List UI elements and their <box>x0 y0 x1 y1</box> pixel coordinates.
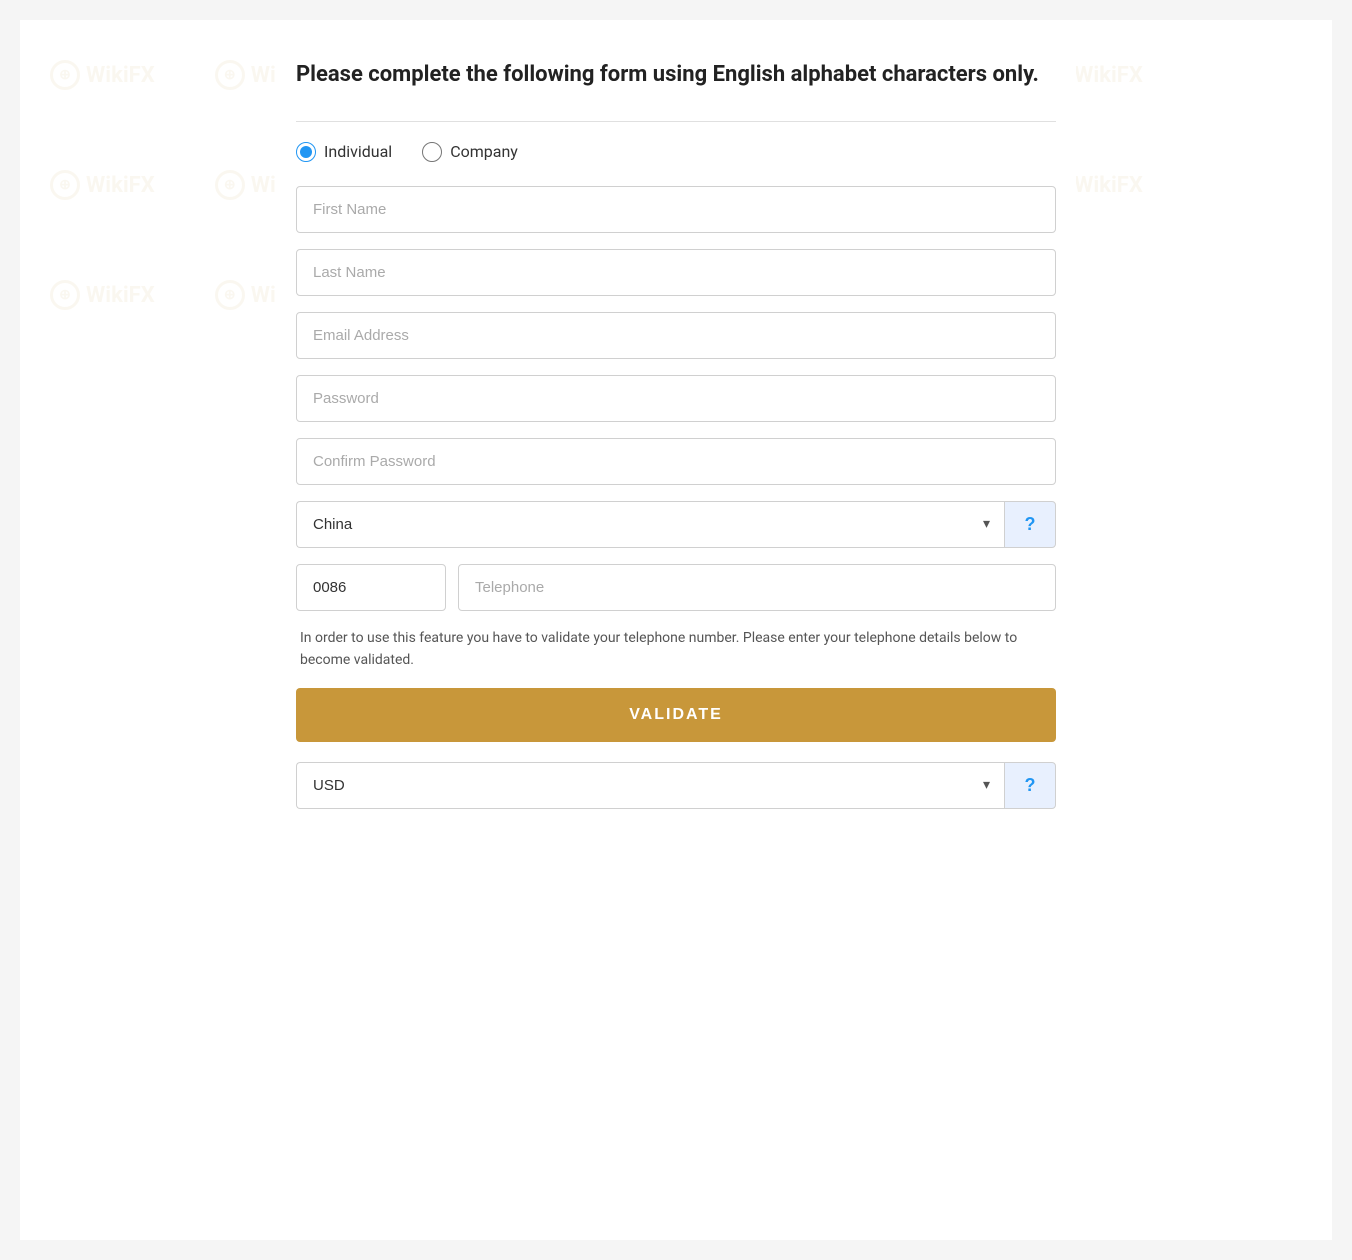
currency-help-button[interactable]: ? <box>1004 762 1056 809</box>
telephone-input[interactable] <box>458 564 1056 611</box>
company-radio[interactable] <box>422 142 442 162</box>
individual-option[interactable]: Individual <box>296 142 392 162</box>
country-select-wrapper: China United States United Kingdom Japan… <box>296 501 1004 548</box>
currency-select[interactable]: USD EUR GBP JPY CNY <box>296 762 1004 809</box>
confirm-password-group <box>296 438 1056 485</box>
country-help-button[interactable]: ? <box>1004 501 1056 548</box>
company-option[interactable]: Company <box>422 142 518 162</box>
country-select[interactable]: China United States United Kingdom Japan… <box>296 501 1004 548</box>
first-name-input[interactable] <box>296 186 1056 233</box>
last-name-input[interactable] <box>296 249 1056 296</box>
country-row: China United States United Kingdom Japan… <box>296 501 1056 548</box>
header-divider <box>296 121 1056 122</box>
first-name-group <box>296 186 1056 233</box>
registration-form: Please complete the following form using… <box>276 20 1076 865</box>
validate-button[interactable]: VALIDATE <box>296 688 1056 742</box>
individual-radio[interactable] <box>296 142 316 162</box>
email-group <box>296 312 1056 359</box>
account-type-group: Individual Company <box>296 142 1056 162</box>
currency-row: USD EUR GBP JPY CNY ▾ ? <box>296 762 1056 809</box>
email-input[interactable] <box>296 312 1056 359</box>
password-input[interactable] <box>296 375 1056 422</box>
form-title: Please complete the following form using… <box>296 60 1056 91</box>
company-label: Company <box>450 142 518 161</box>
page-wrapper: ⊕ WikiFX ⊕ WikiFX ⊕ WikiFX ⊕ WikiFX ⊕ Wi… <box>20 20 1332 1240</box>
validation-notice: In order to use this feature you have to… <box>296 627 1056 672</box>
individual-label: Individual <box>324 142 392 161</box>
form-header: Please complete the following form using… <box>296 60 1056 91</box>
phone-code-input[interactable] <box>296 564 446 611</box>
confirm-password-input[interactable] <box>296 438 1056 485</box>
currency-select-wrapper: USD EUR GBP JPY CNY ▾ <box>296 762 1004 809</box>
password-group <box>296 375 1056 422</box>
last-name-group <box>296 249 1056 296</box>
phone-row <box>296 564 1056 611</box>
